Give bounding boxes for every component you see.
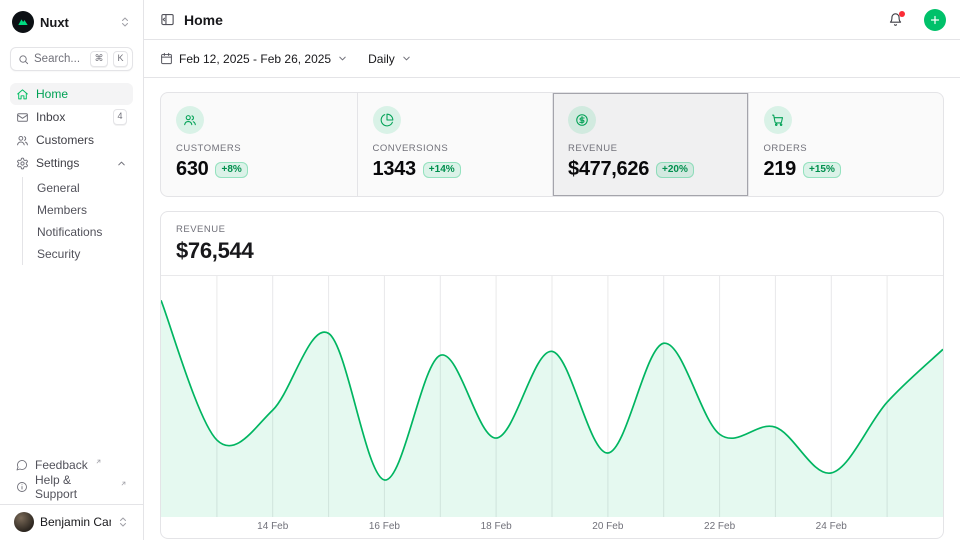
calendar-icon bbox=[160, 52, 173, 65]
plus-icon bbox=[929, 14, 941, 26]
search-bar[interactable]: ⌘ K bbox=[10, 47, 133, 71]
main-area: Home Feb 12, 2025 - Feb 26, 2025 Daily bbox=[144, 0, 960, 540]
sidebar-item-settings[interactable]: Settings bbox=[10, 152, 133, 174]
stat-value: 1343 bbox=[373, 158, 416, 181]
stat-card-orders[interactable]: ORDERS 219 +15% bbox=[748, 93, 944, 196]
sidebar-item-notifications[interactable]: Notifications bbox=[23, 221, 133, 243]
stats-row: CUSTOMERS 630 +8% CONVERSIONS 1343 +14% … bbox=[160, 92, 944, 197]
external-link-icon bbox=[120, 480, 127, 487]
sidebar: Nuxt ⌘ K Home Inbox4 Customers Settings G… bbox=[0, 0, 144, 540]
chart-x-axis: 14 Feb 16 Feb 18 Feb 20 Feb 22 Feb 24 Feb bbox=[161, 517, 943, 538]
stat-delta-badge: +20% bbox=[656, 162, 694, 178]
avatar bbox=[14, 512, 34, 532]
sidebar-item-members[interactable]: Members bbox=[23, 199, 133, 221]
sidebar-item-security[interactable]: Security bbox=[23, 243, 133, 265]
nuxt-logo-icon bbox=[12, 11, 34, 33]
sidebar-footer: Feedback Help & Support Benjamin Canac bbox=[10, 454, 133, 532]
stat-value: 630 bbox=[176, 158, 208, 181]
stat-value: 219 bbox=[764, 158, 796, 181]
revenue-chart-card: REVENUE $76,544 14 Feb 16 Feb 18 Feb 20 Feb… bbox=[160, 211, 944, 539]
sidebar-collapse-icon[interactable] bbox=[160, 12, 175, 27]
chart-metric-value: $76,544 bbox=[176, 238, 928, 264]
stat-label: CONVERSIONS bbox=[373, 143, 538, 154]
user-name: Benjamin Canac bbox=[40, 515, 111, 529]
stat-card-conversions[interactable]: CONVERSIONS 1343 +14% bbox=[357, 93, 553, 196]
date-range-label: Feb 12, 2025 - Feb 26, 2025 bbox=[179, 52, 331, 66]
kbd-k: K bbox=[113, 51, 128, 66]
x-tick-label: 14 Feb bbox=[257, 521, 288, 532]
info-circle-icon bbox=[16, 481, 28, 493]
stat-card-revenue[interactable]: REVENUE $477,626 +20% bbox=[552, 93, 748, 196]
stat-delta-badge: +8% bbox=[215, 162, 247, 178]
stat-card-customers[interactable]: CUSTOMERS 630 +8% bbox=[161, 93, 357, 196]
footer-link-help-support[interactable]: Help & Support bbox=[10, 476, 133, 498]
revenue-area-chart[interactable] bbox=[161, 276, 943, 517]
search-input[interactable] bbox=[34, 53, 85, 65]
dashboard-app: Nuxt ⌘ K Home Inbox4 Customers Settings G… bbox=[0, 0, 960, 540]
inbox-icon bbox=[16, 111, 29, 124]
granularity-select[interactable]: Daily bbox=[368, 52, 412, 66]
page-title: Home bbox=[184, 12, 879, 28]
stat-delta-badge: +14% bbox=[423, 162, 461, 178]
sidebar-item-general[interactable]: General bbox=[23, 177, 133, 199]
users-icon bbox=[16, 134, 29, 147]
date-range-picker[interactable]: Feb 12, 2025 - Feb 26, 2025 bbox=[160, 52, 348, 66]
x-tick-label: 18 Feb bbox=[481, 521, 512, 532]
sidebar-footer-links: Feedback Help & Support bbox=[10, 454, 133, 498]
x-tick-label: 16 Feb bbox=[369, 521, 400, 532]
inbox-count-badge: 4 bbox=[113, 109, 127, 124]
add-button[interactable] bbox=[924, 9, 946, 31]
stat-label: CUSTOMERS bbox=[176, 143, 342, 154]
chevrons-up-down-icon bbox=[119, 16, 131, 28]
chart-pie-icon bbox=[373, 106, 401, 134]
chart-metric-label: REVENUE bbox=[176, 224, 928, 235]
cart-icon bbox=[764, 106, 792, 134]
sidebar-nav: Home Inbox4 Customers Settings GeneralMem… bbox=[10, 83, 133, 267]
x-tick-label: 22 Feb bbox=[704, 521, 735, 532]
stat-label: REVENUE bbox=[568, 143, 733, 154]
users-icon bbox=[176, 106, 204, 134]
x-tick-label: 20 Feb bbox=[592, 521, 623, 532]
chevrons-up-down-icon bbox=[117, 516, 129, 528]
external-link-icon bbox=[95, 458, 102, 465]
user-menu[interactable]: Benjamin Canac bbox=[10, 511, 133, 532]
granularity-label: Daily bbox=[368, 52, 395, 66]
chevron-down-icon bbox=[337, 53, 348, 64]
chart-header: REVENUE $76,544 bbox=[161, 212, 943, 276]
sidebar-divider bbox=[0, 504, 143, 505]
search-icon bbox=[18, 54, 29, 65]
workspace-name: Nuxt bbox=[40, 15, 113, 30]
sidebar-item-home[interactable]: Home bbox=[10, 83, 133, 105]
filters-toolbar: Feb 12, 2025 - Feb 26, 2025 Daily bbox=[144, 40, 960, 78]
chart-svg bbox=[161, 276, 943, 517]
stat-label: ORDERS bbox=[764, 143, 929, 154]
chevron-up-icon bbox=[116, 158, 127, 169]
x-tick-label: 24 Feb bbox=[816, 521, 847, 532]
gear-icon bbox=[16, 157, 29, 170]
kbd-cmd: ⌘ bbox=[90, 51, 108, 66]
sidebar-subnav: GeneralMembersNotificationsSecurity bbox=[22, 177, 133, 265]
notifications-bell-icon[interactable] bbox=[888, 12, 903, 27]
stat-value: $477,626 bbox=[568, 158, 649, 181]
content: CUSTOMERS 630 +8% CONVERSIONS 1343 +14% … bbox=[144, 78, 960, 540]
home-icon bbox=[16, 88, 29, 101]
feedback-bubble-icon bbox=[16, 459, 28, 471]
stat-delta-badge: +15% bbox=[803, 162, 841, 178]
sidebar-item-inbox[interactable]: Inbox4 bbox=[10, 106, 133, 128]
notification-dot bbox=[899, 11, 905, 17]
dollar-circle-icon bbox=[568, 106, 596, 134]
sidebar-item-customers[interactable]: Customers bbox=[10, 129, 133, 151]
workspace-selector[interactable]: Nuxt bbox=[10, 10, 133, 34]
top-header: Home bbox=[144, 0, 960, 40]
chevron-down-icon bbox=[401, 53, 412, 64]
